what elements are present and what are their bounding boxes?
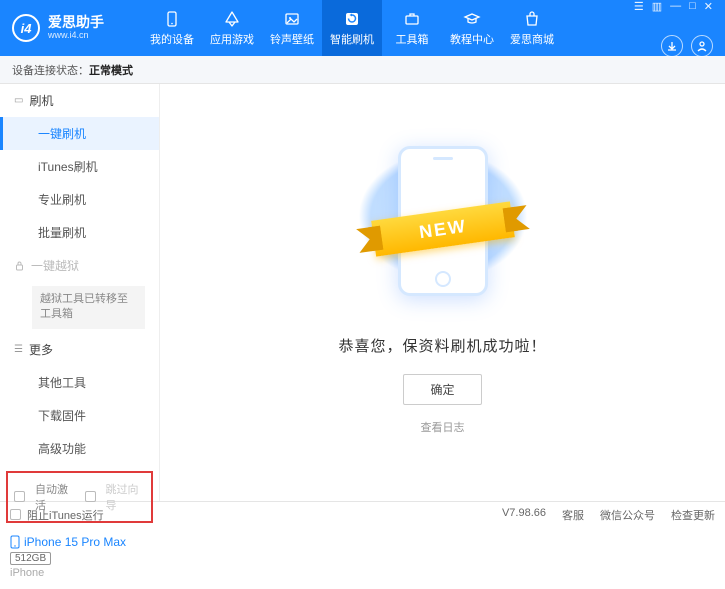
sidebar-item-advanced[interactable]: 高级功能 [0,432,159,465]
download-button[interactable] [661,35,683,57]
device-type: iPhone [10,567,149,579]
version-text: V7.98.66 [502,507,546,523]
skip-guide-checkbox[interactable] [85,491,96,502]
nav-my-device[interactable]: 我的设备 [142,0,202,56]
more-section-icon: ☰ [14,344,23,355]
refresh-icon [343,10,361,28]
sidebar-item-pro[interactable]: 专业刷机 [0,183,159,216]
section-jailbreak: 一键越狱 [0,249,159,282]
footer-link-support[interactable]: 客服 [562,507,584,523]
phone-icon [10,535,20,549]
app-url: www.i4.cn [48,31,104,41]
tshirt-icon[interactable]: ▥ [652,0,662,13]
sidebar-item-oneclick[interactable]: 一键刷机 [0,117,159,150]
section-flash[interactable]: ▭ 刷机 [0,84,159,117]
sidebar: ▭ 刷机 一键刷机 iTunes刷机 专业刷机 批量刷机 一键越狱 越狱工具已转… [0,84,160,501]
lock-icon [14,260,25,271]
sidebar-item-itunes[interactable]: iTunes刷机 [0,150,159,183]
status-value: 正常模式 [89,62,133,78]
view-log-link[interactable]: 查看日志 [421,419,465,435]
app-logo: i4 爱思助手 www.i4.cn [12,14,142,42]
menu-icon[interactable]: ☰ [634,0,644,13]
footer-link-wechat[interactable]: 微信公众号 [600,507,655,523]
sidebar-item-batch[interactable]: 批量刷机 [0,216,159,249]
device-info[interactable]: iPhone 15 Pro Max 512GB iPhone [0,529,159,589]
success-illustration: NEW [373,131,513,311]
maximize-icon[interactable]: □ [689,0,696,13]
user-button[interactable] [691,35,713,57]
content-area: NEW 恭喜您，保资料刷机成功啦！ 确定 查看日志 [160,84,725,501]
skip-guide-label: 跳过向导 [106,481,146,513]
title-right: ☰ ▥ — □ ✕ [634,0,713,57]
nav-apps[interactable]: 应用游戏 [202,0,262,56]
status-bar: 设备连接状态： 正常模式 [0,56,725,84]
block-itunes-checkbox[interactable] [10,509,21,520]
toolbox-icon [403,10,421,28]
device-storage: 512GB [10,552,51,565]
block-itunes-label: 阻止iTunes运行 [27,507,104,523]
cap-icon [463,10,481,28]
flash-section-icon: ▭ [14,95,23,106]
store-icon [523,10,541,28]
apps-icon [223,10,241,28]
footer-link-update[interactable]: 检查更新 [671,507,715,523]
app-name: 爱思助手 [48,15,104,30]
top-nav: 我的设备 应用游戏 铃声壁纸 智能刷机 工具箱 教程中心 爱思商城 [142,0,562,56]
sidebar-item-download-fw[interactable]: 下载固件 [0,399,159,432]
image-icon [283,10,301,28]
nav-ringtones[interactable]: 铃声壁纸 [262,0,322,56]
minimize-icon[interactable]: — [670,0,681,13]
nav-tutorials[interactable]: 教程中心 [442,0,502,56]
close-icon[interactable]: ✕ [704,0,713,13]
window-controls: ☰ ▥ — □ ✕ [634,0,713,13]
section-more[interactable]: ☰ 更多 [0,333,159,366]
status-prefix: 设备连接状态： [12,62,89,78]
sidebar-item-other[interactable]: 其他工具 [0,366,159,399]
nav-flash[interactable]: 智能刷机 [322,0,382,56]
ok-button[interactable]: 确定 [403,374,481,405]
device-name-text: iPhone 15 Pro Max [24,535,126,549]
auto-activate-checkbox[interactable] [14,491,25,502]
success-message: 恭喜您，保资料刷机成功啦！ [338,335,546,356]
titlebar: i4 爱思助手 www.i4.cn 我的设备 应用游戏 铃声壁纸 智能刷机 工具… [0,0,725,56]
nav-toolbox[interactable]: 工具箱 [382,0,442,56]
nav-store[interactable]: 爱思商城 [502,0,562,56]
logo-icon: i4 [12,14,40,42]
jailbreak-note: 越狱工具已转移至工具箱 [32,286,145,329]
device-icon [163,10,181,28]
